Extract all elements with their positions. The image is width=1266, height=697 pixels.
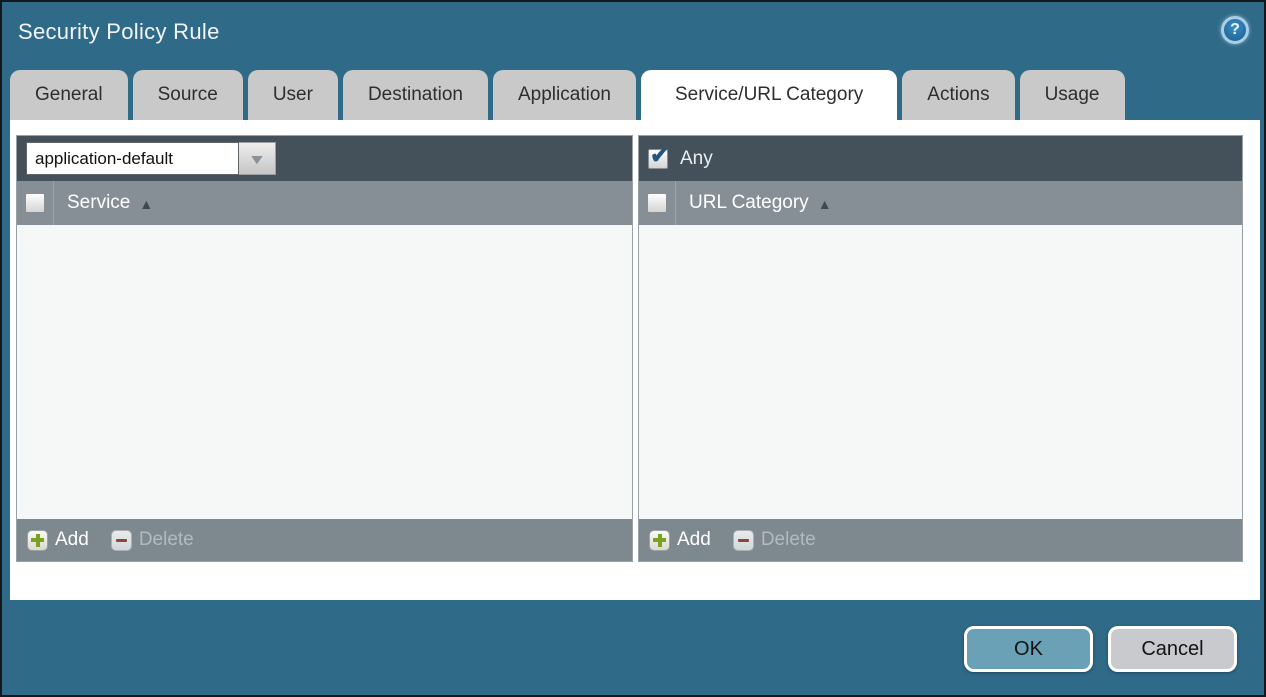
url-category-panel: ✔ Any URL Category ▲ Add	[638, 135, 1243, 562]
any-checkbox-label: Any	[680, 148, 713, 170]
minus-icon	[733, 530, 754, 551]
tab-user[interactable]: User	[248, 70, 338, 120]
question-icon: ?	[1230, 21, 1240, 39]
add-button-label: Add	[55, 529, 89, 551]
service-type-bar: ▼	[17, 136, 632, 181]
service-column-label: Service	[67, 192, 130, 214]
delete-button-label: Delete	[139, 529, 194, 551]
tab-application[interactable]: Application	[493, 70, 636, 120]
dialog-title: Security Policy Rule	[18, 19, 220, 45]
tab-destination[interactable]: Destination	[343, 70, 488, 120]
url-category-any-bar: ✔ Any	[639, 136, 1242, 181]
service-type-input[interactable]	[26, 142, 239, 175]
cancel-button[interactable]: Cancel	[1108, 626, 1237, 672]
plus-icon	[27, 530, 48, 551]
tab-usage[interactable]: Usage	[1020, 70, 1125, 120]
url-category-add-button[interactable]: Add	[649, 529, 711, 551]
any-checkbox[interactable]: ✔	[648, 149, 668, 169]
security-policy-rule-dialog: Security Policy Rule ? General Source Us…	[0, 0, 1266, 697]
chevron-down-icon: ▼	[247, 152, 266, 166]
tab-general[interactable]: General	[10, 70, 128, 120]
service-select-all-cell	[17, 181, 54, 225]
url-category-column-header: URL Category ▲	[639, 181, 1242, 225]
sort-ascending-icon[interactable]: ▲	[818, 194, 832, 212]
url-category-list-body[interactable]	[639, 225, 1242, 519]
tab-source[interactable]: Source	[133, 70, 243, 120]
tab-service-url-category[interactable]: Service/URL Category	[641, 70, 897, 120]
service-column-header: Service ▲	[17, 181, 632, 225]
tab-bar: General Source User Destination Applicat…	[10, 70, 1125, 120]
service-footer-bar: Add Delete	[17, 519, 632, 561]
service-column-label-wrap: Service ▲	[54, 181, 153, 225]
url-category-delete-button: Delete	[733, 529, 816, 551]
url-category-footer-bar: Add Delete	[639, 519, 1242, 561]
tab-actions[interactable]: Actions	[902, 70, 1014, 120]
url-category-select-all-cell	[639, 181, 676, 225]
help-button[interactable]: ?	[1221, 16, 1249, 44]
service-type-combobox: ▼	[26, 142, 276, 175]
delete-button-label: Delete	[761, 529, 816, 551]
ok-button[interactable]: OK	[964, 626, 1093, 672]
minus-icon	[111, 530, 132, 551]
plus-icon	[649, 530, 670, 551]
url-category-column-label: URL Category	[689, 192, 809, 214]
dialog-button-row: OK Cancel	[964, 626, 1237, 672]
service-list-body[interactable]	[17, 225, 632, 519]
service-select-all-checkbox[interactable]	[25, 193, 45, 213]
tab-content-area: ▼ Service ▲ Add	[10, 120, 1260, 600]
add-button-label: Add	[677, 529, 711, 551]
service-delete-button: Delete	[111, 529, 194, 551]
service-type-dropdown-button[interactable]: ▼	[239, 142, 276, 175]
service-panel: ▼ Service ▲ Add	[16, 135, 633, 562]
url-category-column-label-wrap: URL Category ▲	[676, 181, 832, 225]
service-add-button[interactable]: Add	[27, 529, 89, 551]
url-category-select-all-checkbox[interactable]	[647, 193, 667, 213]
check-icon: ✔	[650, 142, 669, 169]
sort-ascending-icon[interactable]: ▲	[139, 194, 153, 212]
